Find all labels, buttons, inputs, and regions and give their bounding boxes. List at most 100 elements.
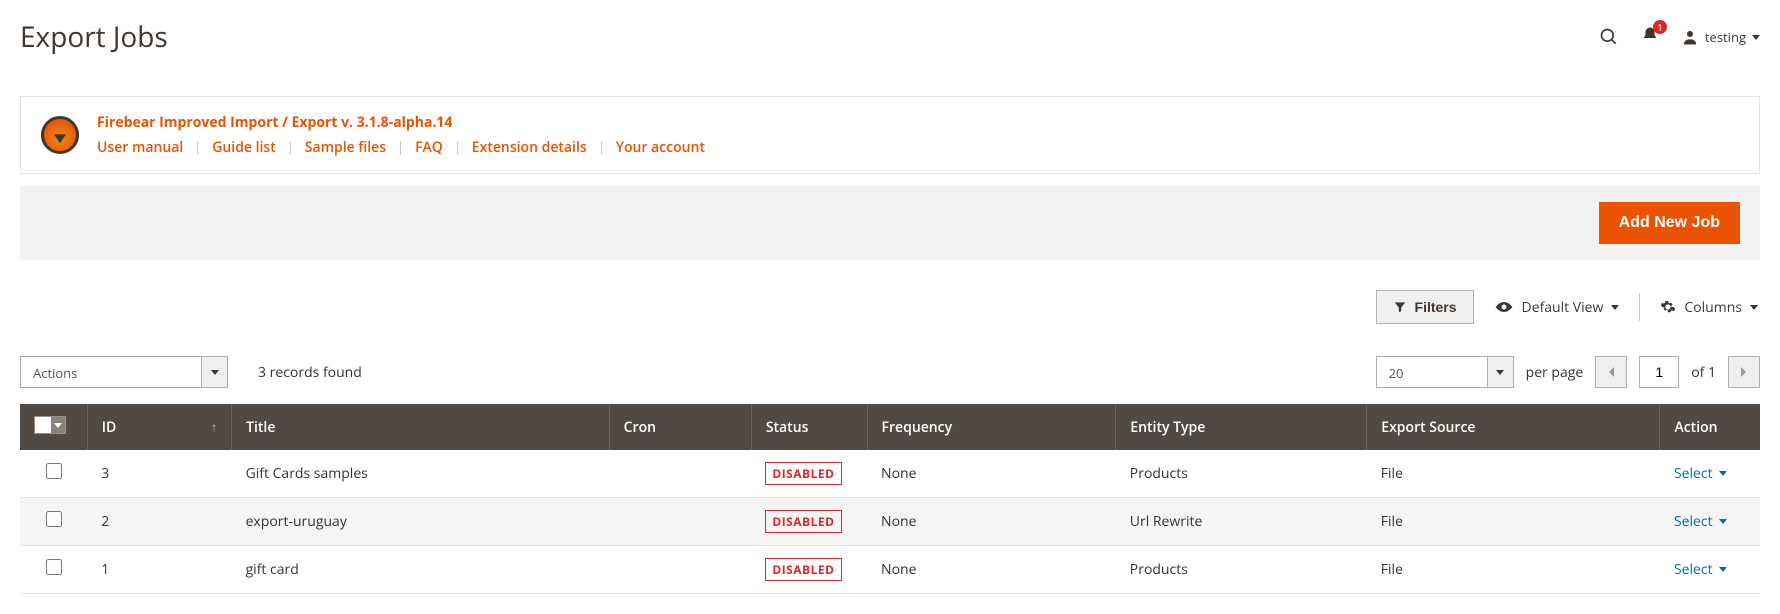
chevron-down-icon: [1719, 519, 1727, 524]
status-badge: DISABLED: [765, 462, 841, 485]
cell-status: DISABLED: [751, 450, 867, 498]
chevron-right-icon: [1740, 366, 1748, 378]
firebear-logo-icon: [41, 116, 79, 154]
mass-actions-select[interactable]: Actions: [20, 356, 228, 388]
search-icon[interactable]: [1599, 27, 1619, 47]
row-checkbox[interactable]: [46, 559, 62, 575]
next-page-button[interactable]: [1728, 356, 1760, 388]
cell-source: File: [1367, 450, 1660, 498]
col-header-title[interactable]: Title: [232, 404, 610, 450]
mass-actions-label: Actions: [21, 357, 201, 387]
notifications-icon[interactable]: 1: [1641, 26, 1659, 48]
cell-status: DISABLED: [751, 498, 867, 546]
col-header-cron[interactable]: Cron: [609, 404, 751, 450]
cell-entity: Url Rewrite: [1116, 498, 1367, 546]
default-view-menu[interactable]: Default View: [1494, 298, 1620, 317]
chevron-down-icon: [1487, 357, 1513, 387]
user-menu[interactable]: testing: [1681, 28, 1760, 46]
per-page-label: per page: [1526, 363, 1584, 382]
row-action-select[interactable]: Select: [1674, 560, 1727, 579]
add-new-job-button[interactable]: Add New Job: [1599, 202, 1740, 244]
cell-entity: Products: [1116, 546, 1367, 594]
divider: [601, 141, 602, 155]
gear-icon: [1660, 299, 1676, 315]
cell-cron: [609, 450, 751, 498]
extension-banner: Firebear Improved Import / Export v. 3.1…: [20, 96, 1760, 174]
jobs-table: ID↑ Title Cron Status Frequency Entity T…: [20, 404, 1760, 594]
cell-action: Select: [1660, 450, 1760, 498]
link-guide-list[interactable]: Guide list: [212, 138, 276, 157]
row-checkbox[interactable]: [46, 463, 62, 479]
col-header-frequency[interactable]: Frequency: [867, 404, 1116, 450]
per-page-select[interactable]: 20: [1376, 356, 1514, 388]
user-icon: [1681, 28, 1699, 46]
table-row: 2export-uruguay DISABLED NoneUrl RewriteFi…: [20, 498, 1760, 546]
divider: [1639, 293, 1640, 321]
cell-frequency: None: [867, 498, 1116, 546]
link-user-manual[interactable]: User manual: [97, 138, 183, 157]
col-header-checkbox[interactable]: [20, 404, 87, 450]
extension-title: Firebear Improved Import / Export v. 3.1…: [97, 113, 705, 132]
cell-action: Select: [1660, 546, 1760, 594]
divider: [457, 141, 458, 155]
link-sample-files[interactable]: Sample files: [305, 138, 386, 157]
records-found: 3 records found: [258, 363, 362, 382]
link-your-account[interactable]: Your account: [616, 138, 705, 157]
columns-label: Columns: [1684, 298, 1742, 317]
filters-button[interactable]: Filters: [1376, 290, 1474, 324]
cell-status: DISABLED: [751, 546, 867, 594]
chevron-down-icon: [201, 357, 227, 387]
chevron-down-icon: [51, 417, 65, 433]
cell-title: gift card: [232, 546, 610, 594]
columns-menu[interactable]: Columns: [1660, 298, 1758, 317]
table-row: 3Gift Cards samples DISABLED NoneProductsF…: [20, 450, 1760, 498]
cell-id: 3: [87, 450, 231, 498]
chevron-down-icon: [1611, 305, 1619, 310]
cell-cron: [609, 498, 751, 546]
col-header-source[interactable]: Export Source: [1367, 404, 1660, 450]
col-header-action: Action: [1660, 404, 1760, 450]
link-extension-details[interactable]: Extension details: [472, 138, 587, 157]
divider: [400, 141, 401, 155]
row-checkbox[interactable]: [46, 511, 62, 527]
status-badge: DISABLED: [765, 510, 841, 533]
cell-entity: Products: [1116, 450, 1367, 498]
cell-source: File: [1367, 498, 1660, 546]
col-header-entity[interactable]: Entity Type: [1116, 404, 1367, 450]
current-page-input[interactable]: [1639, 356, 1679, 388]
sort-asc-icon: ↑: [211, 418, 217, 435]
per-page-value: 20: [1377, 357, 1487, 387]
divider: [290, 141, 291, 155]
cell-cron: [609, 546, 751, 594]
total-pages-label: of 1: [1691, 363, 1716, 382]
cell-id: 2: [87, 498, 231, 546]
cell-title: export-uruguay: [232, 498, 610, 546]
notification-count: 1: [1653, 20, 1667, 34]
cell-source: File: [1367, 546, 1660, 594]
chevron-down-icon: [1719, 567, 1727, 572]
cell-frequency: None: [867, 546, 1116, 594]
filters-label: Filters: [1415, 299, 1457, 315]
link-faq[interactable]: FAQ: [415, 138, 443, 157]
table-row: 1gift card DISABLED NoneProductsFile Select: [20, 546, 1760, 594]
row-action-select[interactable]: Select: [1674, 464, 1727, 483]
col-header-status[interactable]: Status: [751, 404, 867, 450]
prev-page-button[interactable]: [1595, 356, 1627, 388]
cell-frequency: None: [867, 450, 1116, 498]
default-view-label: Default View: [1522, 298, 1604, 317]
cell-title: Gift Cards samples: [232, 450, 610, 498]
user-name: testing: [1705, 28, 1746, 46]
eye-icon: [1494, 300, 1514, 314]
chevron-left-icon: [1607, 366, 1615, 378]
row-action-select[interactable]: Select: [1674, 512, 1727, 531]
cell-id: 1: [87, 546, 231, 594]
chevron-down-icon: [1750, 305, 1758, 310]
status-badge: DISABLED: [765, 558, 841, 581]
chevron-down-icon: [1752, 35, 1760, 40]
divider: [197, 141, 198, 155]
col-header-id[interactable]: ID↑: [87, 404, 231, 450]
chevron-down-icon: [1719, 471, 1727, 476]
page-title: Export Jobs: [20, 18, 168, 56]
funnel-icon: [1393, 300, 1407, 314]
cell-action: Select: [1660, 498, 1760, 546]
